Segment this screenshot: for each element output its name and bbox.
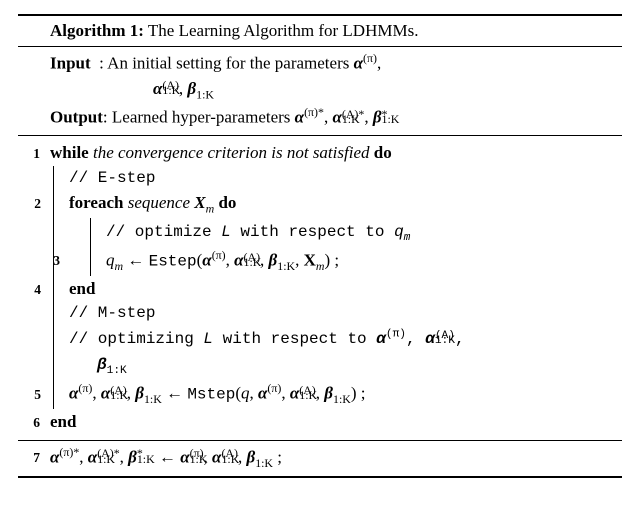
alpha-A: α [153, 79, 162, 98]
line-4: 4 end [19, 276, 622, 302]
alpha-pi-star: α [295, 108, 304, 127]
beta-1K: β [187, 79, 196, 98]
arrow-icon: ← [123, 250, 149, 269]
arrow-icon: ← [162, 384, 188, 403]
line-5: 5 α(π), α(A)1:K(A), β1:K ← Mstep(q, α(π)… [19, 380, 622, 409]
while-cond: the convergence criterion is not satisfi… [93, 143, 370, 162]
comment-mstep: // M-step [69, 301, 622, 325]
algo-label: Algorithm 1: [50, 21, 144, 40]
comment-optimizing-cont: β1:K [69, 351, 622, 380]
output-line: Output: Learned hyper-parameters α(π)*, … [18, 104, 622, 130]
beta-star: β [373, 108, 382, 127]
estep-fn: Estep [149, 252, 197, 270]
do-kw: do [374, 143, 392, 162]
while-kw: while [50, 143, 89, 162]
X-sym: X [194, 193, 205, 212]
line-6: 6 end [18, 409, 622, 435]
line-1: 1 while the convergence criterion is not… [18, 140, 622, 166]
comment-estep: // E-step [69, 166, 622, 190]
arrow-icon: ← [155, 447, 181, 466]
output-kw: Output [50, 108, 103, 127]
line-3: 3 qm ← Estep(α(π), α(A)1:K(A), β1:K, Xm)… [38, 247, 622, 276]
algorithm-title-row: Algorithm 1: The Learning Algorithm for … [18, 16, 622, 47]
alpha-A-star: α [332, 108, 341, 127]
comment-optimizing: // optimizing L with respect to α(π), α(… [69, 325, 622, 351]
algo-title-text: The Learning Algorithm for LDHMMs. [148, 21, 419, 40]
input-line: Input : An initial setting for the param… [18, 50, 622, 76]
end-kw: end [69, 279, 95, 298]
input-kw: Input [50, 53, 91, 72]
end-kw: end [50, 412, 76, 431]
line-7: 7 α(π)*, α(A)*1:K(A)*, β*1:K1:K ← α(π)1:… [18, 441, 622, 476]
algorithm-title: Algorithm 1: The Learning Algorithm for … [50, 18, 622, 44]
mstep-fn: Mstep [187, 386, 235, 404]
output-text: : Learned hyper-parameters [103, 108, 295, 127]
comment-optimize-qm: // optimize L with respect to qm [106, 218, 622, 247]
io-block: Input : An initial setting for the param… [18, 47, 622, 137]
input-text: : An initial setting for the parameters [99, 53, 353, 72]
algorithm-box: Algorithm 1: The Learning Algorithm for … [18, 14, 622, 478]
line-2: 2 foreach sequence Xm do [19, 190, 622, 218]
foreach-kw: foreach [69, 193, 123, 212]
input-line-cont: α(A)1:K(A), β1:K [153, 76, 622, 104]
alpha-pi: α [354, 53, 363, 72]
while-body: // E-step 2 foreach sequence Xm do // op… [53, 166, 622, 410]
foreach-body: // optimize L with respect to qm 3 qm ← … [90, 218, 622, 276]
body-block: 1 while the convergence criterion is not… [18, 136, 622, 441]
